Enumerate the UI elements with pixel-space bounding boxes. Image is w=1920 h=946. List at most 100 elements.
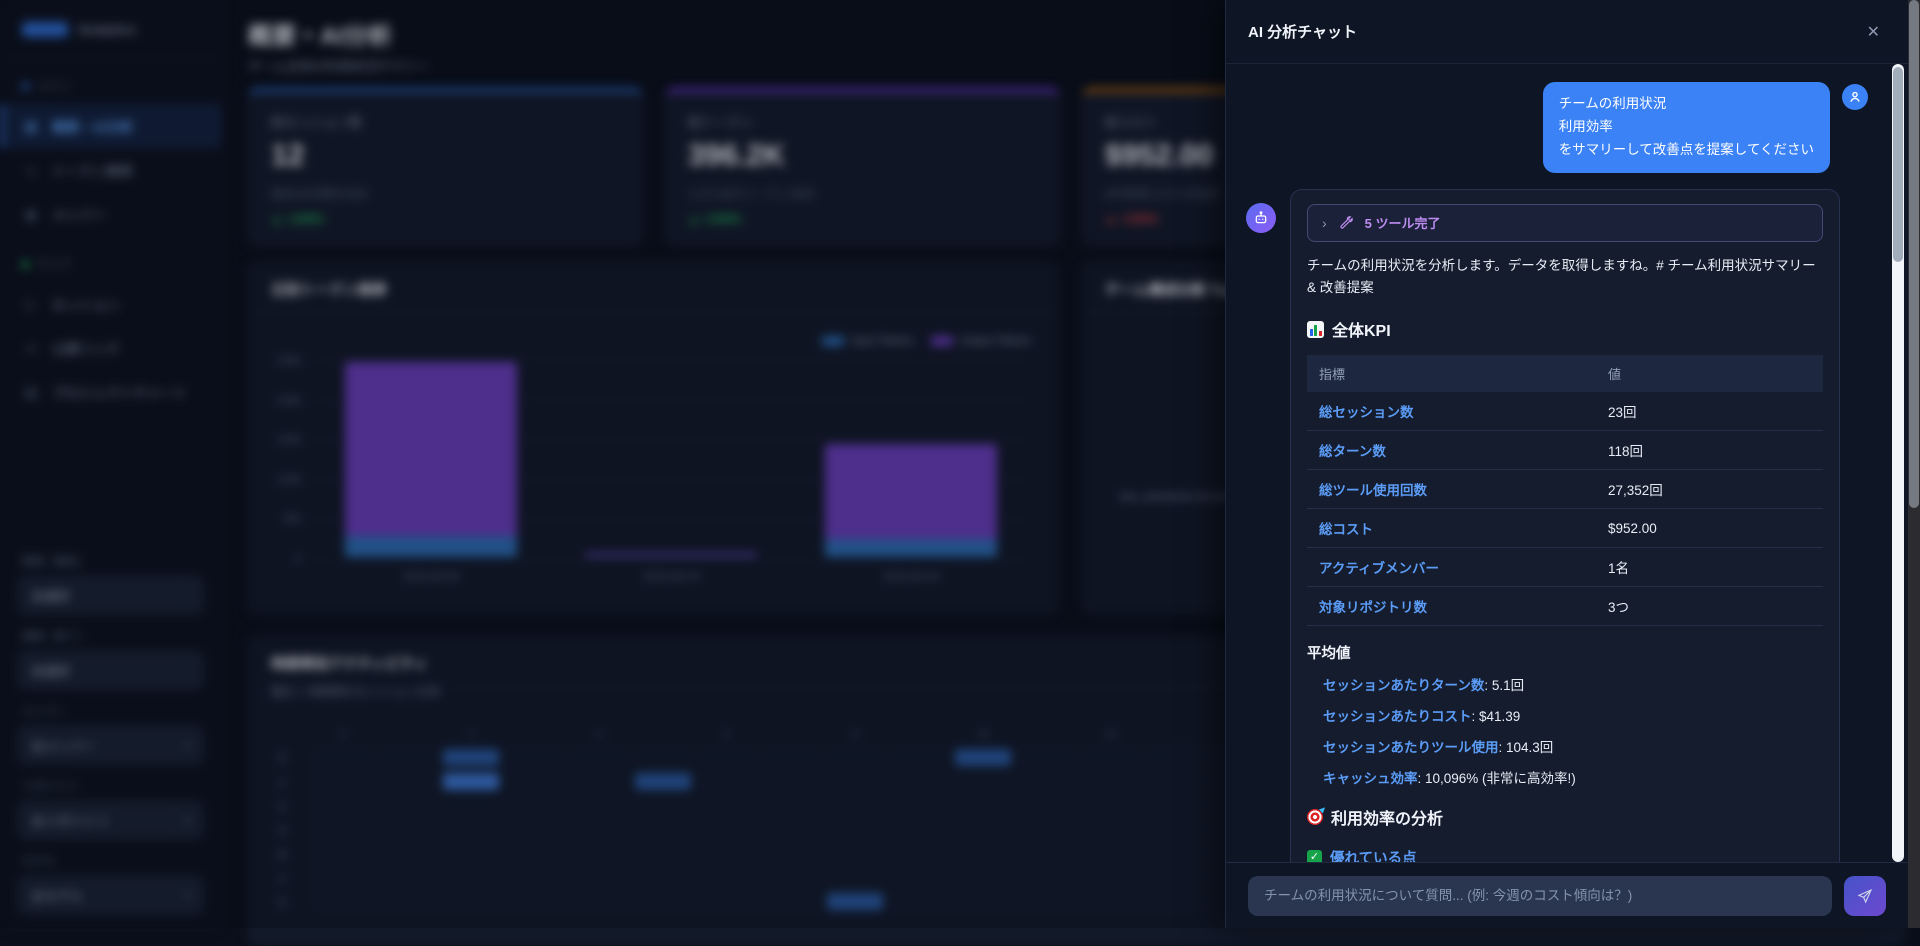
logo-text: Analytics xyxy=(78,22,136,37)
chat-scrollbar-thumb[interactable] xyxy=(1893,67,1903,262)
filter-select[interactable]: 未選択◦ xyxy=(18,651,203,689)
average-label-link[interactable]: セッションあたりコスト xyxy=(1323,709,1472,724)
sidebar-item-link[interactable]: ◉メンバー xyxy=(0,192,221,236)
sidebar-item-link[interactable]: ▤プロジェクトチャート xyxy=(0,370,221,414)
chat-messages: チームの利用状況 利用効率 をサマリーして改善点を提案してください › xyxy=(1226,64,1908,862)
metric-link[interactable]: 総ターン数 xyxy=(1307,431,1596,470)
legend-label: Input Tokens xyxy=(851,335,913,347)
page-scrollbar-track[interactable] xyxy=(1908,0,1920,928)
send-button[interactable] xyxy=(1844,876,1886,916)
session-icon: ▷ xyxy=(22,296,40,313)
day-label: 金 xyxy=(277,846,311,861)
chat-input[interactable] xyxy=(1248,876,1832,916)
chat-scrollbar-track[interactable] xyxy=(1892,64,1904,862)
metric-value: 23回 xyxy=(1596,392,1823,431)
filter-value: 未選択 xyxy=(31,586,70,605)
bot-avatar xyxy=(1246,203,1276,233)
table-row: 総ターン数118回 xyxy=(1307,431,1823,470)
page-scrollbar-thumb[interactable] xyxy=(1909,0,1919,508)
tool-status-expander[interactable]: › 5 ツール完了 xyxy=(1307,204,1823,242)
chevron-down-icon: ▾ xyxy=(184,739,190,752)
day-label: 土 xyxy=(277,870,311,885)
table-row: 総コスト$952.00 xyxy=(1307,509,1823,548)
heatmap-cell xyxy=(507,845,563,862)
close-icon[interactable]: ✕ xyxy=(1861,18,1886,46)
average-label-link[interactable]: キャッシュ効率 xyxy=(1323,771,1418,786)
sidebar-item-active[interactable]: ▦概要・AI分析 xyxy=(0,104,221,148)
heatmap-cell xyxy=(315,821,371,838)
heatmap-cell xyxy=(699,869,755,886)
heatmap-cell xyxy=(1019,749,1075,766)
metric-value: 27,352回 xyxy=(1596,470,1823,509)
average-value: : $41.39 xyxy=(1472,709,1521,724)
hour-label: 6 xyxy=(695,729,759,745)
hour-label xyxy=(503,729,567,745)
heatmap-cell xyxy=(827,773,883,790)
output-tokens-segment xyxy=(345,362,517,535)
sidebar-item-link[interactable]: ▷セッション xyxy=(0,282,221,326)
filter-label: モデル xyxy=(22,853,199,869)
metric-link[interactable]: 対象リポジトリ数 xyxy=(1307,587,1596,626)
heatmap-cell xyxy=(571,845,627,862)
heatmap-cell xyxy=(1083,797,1139,814)
average-label-link[interactable]: セッションあたりツール使用 xyxy=(1323,740,1499,755)
metric-link[interactable]: 総ツール使用回数 xyxy=(1307,470,1596,509)
filter-label: 期間（終了） xyxy=(22,628,199,644)
chevron-down-icon: ▾ xyxy=(184,814,190,827)
heatmap-cell xyxy=(1019,845,1075,862)
day-label: 木 xyxy=(277,822,311,837)
kpi-value: 12 xyxy=(271,139,620,173)
heatmap-cell xyxy=(1147,773,1203,790)
filter-select[interactable]: 全モデル▾ xyxy=(18,876,203,914)
heatmap-cell xyxy=(443,893,499,910)
filter-label: 期間（開始） xyxy=(22,553,199,569)
metric-value: 3つ xyxy=(1596,587,1823,626)
averages-heading: 平均値 xyxy=(1307,642,1823,663)
heatmap-cell xyxy=(891,845,947,862)
metric-link[interactable]: アクティブメンバー xyxy=(1307,548,1596,587)
kpi-delta: ▲ +100% xyxy=(271,212,620,226)
heatmap-cell xyxy=(507,869,563,886)
sidebar-item-link[interactable]: ∿トークン推移 xyxy=(0,148,221,192)
heatmap-cell xyxy=(635,821,691,838)
hour-label: 2 xyxy=(439,729,503,745)
heatmap-cell xyxy=(635,797,691,814)
kpi-table-header-value: 値 xyxy=(1596,355,1823,392)
heatmap-cell xyxy=(635,845,691,862)
heatmap-cell xyxy=(443,749,499,766)
filter-select[interactable]: 未選択 ◦ xyxy=(18,576,203,614)
heatmap-cell xyxy=(1147,893,1203,910)
app-logo[interactable]: Analytics xyxy=(0,0,221,58)
metric-link[interactable]: 総セッション数 xyxy=(1307,392,1596,431)
assistant-message-card: › 5 ツール完了 チームの利用状況を分析します。データを取得しますね。# チー… xyxy=(1290,189,1840,862)
table-row: 総セッション数23回 xyxy=(1307,392,1823,431)
filter-value: 全モデル xyxy=(31,886,83,905)
heatmap-cell xyxy=(699,773,755,790)
heatmap-cell xyxy=(891,821,947,838)
filter-select[interactable]: 全リポジトリ▾ xyxy=(18,801,203,839)
heatmap-cell xyxy=(1147,749,1203,766)
sidebar-filters: 期間（開始）未選択◦期間（終了）未選択◦メンバー全メンバー▾リポジトリ全リポジト… xyxy=(0,539,221,914)
sidebar-item-link[interactable]: ∞公開リンク xyxy=(0,326,221,370)
stacked-bar xyxy=(825,444,997,557)
heatmap-cell xyxy=(571,821,627,838)
metric-value: $952.00 xyxy=(1596,509,1823,548)
heatmap-cell xyxy=(891,749,947,766)
average-label-link[interactable]: セッションあたりターン数 xyxy=(1323,678,1484,693)
chart-title: 日別トークン推移 xyxy=(249,263,1057,313)
chevron-down-icon: ◦ xyxy=(186,589,190,601)
panel-header: AI 分析チャット ✕ xyxy=(1226,0,1908,64)
filter-select[interactable]: 全メンバー▾ xyxy=(18,726,203,764)
y-axis-tick: 0 xyxy=(295,553,301,565)
heatmap-cell xyxy=(699,749,755,766)
link-icon: ∞ xyxy=(22,340,40,356)
legend-swatch xyxy=(931,336,953,346)
average-item: セッションあたりターン数: 5.1回 xyxy=(1323,674,1823,694)
metric-link[interactable]: 総コスト xyxy=(1307,509,1596,548)
heatmap-cell xyxy=(891,869,947,886)
y-axis-tick: 200k xyxy=(277,395,301,407)
sidebar: Analytics メイン▦概要・AI分析∿トークン推移◉メンバーライブ▷セッシ… xyxy=(0,0,222,928)
trend-icon: ∿ xyxy=(22,162,40,179)
page-title: 概要・AI分析 xyxy=(248,16,392,51)
sidebar-item-label: 概要・AI分析 xyxy=(52,116,133,136)
